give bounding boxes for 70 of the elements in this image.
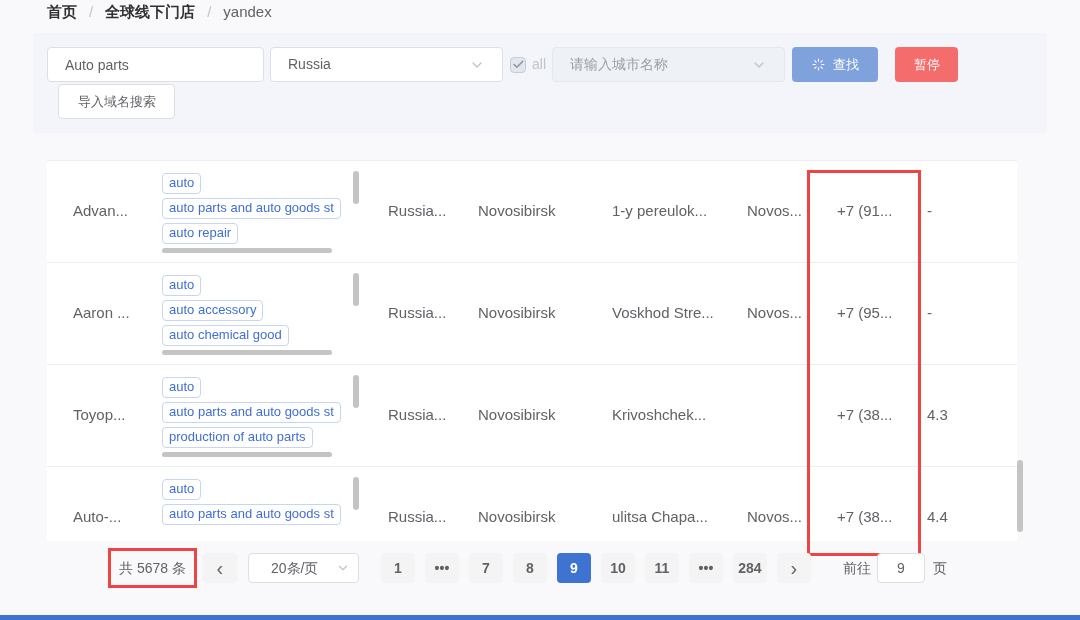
breadcrumb-item[interactable]: 首页 (47, 0, 77, 24)
page-size-select[interactable]: 20条/页 (247, 553, 359, 583)
import-button[interactable]: 导入域名搜索 (58, 84, 175, 119)
table-cell-text: Russia... (388, 303, 448, 324)
tag: auto parts and auto goods st (162, 503, 341, 525)
table-cell-text: ulitsa Chapa... (612, 507, 709, 528)
scrollbar-thumb (1017, 460, 1023, 532)
tag: auto (162, 376, 202, 398)
table-cell-text: Novosibirsk (478, 507, 557, 528)
table-cell-text: +7 (38... (837, 405, 894, 426)
table-cell-text: Novos... (747, 303, 804, 324)
scrollbar-thumb (353, 476, 359, 510)
goto-page-input[interactable]: 9 (876, 553, 925, 583)
country-select[interactable]: Russia (270, 47, 503, 82)
table-cell-text: Voskhod Stre... (612, 303, 715, 324)
tag: auto (162, 274, 202, 296)
next-page-button[interactable]: › (776, 553, 811, 583)
breadcrumb-separator: / (207, 1, 212, 22)
page-button[interactable]: 1 (380, 553, 415, 583)
table-cell-text: +7 (95... (837, 303, 894, 324)
tag: production of auto parts (162, 426, 313, 448)
pause-button[interactable]: 暂停 (895, 47, 958, 82)
table-cell-text: 4.3 (927, 405, 948, 426)
table-cell-text: Novosibirsk (478, 405, 557, 426)
goto-suffix: 页 (932, 558, 947, 578)
table-cell-text: Novos... (747, 201, 804, 222)
tag: auto accessory (162, 299, 264, 321)
breadcrumb-item: yandex (223, 1, 272, 22)
page-button[interactable]: 10 (600, 553, 635, 583)
table-cell-text: Auto-... (72, 507, 123, 528)
table-cell-text: - (927, 201, 932, 222)
table-cell-text: Novosibirsk (478, 201, 557, 222)
table-cell-text: Aaron ... (72, 303, 131, 324)
page-button[interactable]: 11 (644, 553, 679, 583)
page-button[interactable]: 284 (732, 553, 767, 583)
scrollbar-thumb (353, 374, 359, 408)
table-cell-text: Novos... (747, 507, 804, 528)
page-button[interactable]: ••• (688, 553, 723, 583)
total-count: 共 5678 条 (108, 548, 197, 588)
page-button[interactable]: ••• (424, 553, 459, 583)
page-button[interactable]: 8 (512, 553, 547, 583)
tag: auto chemical good (162, 324, 289, 346)
keyword-input[interactable]: Auto parts (47, 47, 264, 82)
table-cell-text: 1-y pereulok... (612, 201, 709, 222)
page-button[interactable]: 7 (468, 553, 503, 583)
breadcrumb-separator: / (89, 1, 94, 22)
tag: auto (162, 478, 202, 500)
scrollbar-thumb (353, 272, 359, 306)
table-cell-text: +7 (91... (837, 201, 894, 222)
table-cell-text: - (927, 303, 932, 324)
table-cell-text: 4.4 (927, 507, 948, 528)
check-icon (511, 58, 525, 71)
table-cell-text: Toyop... (72, 405, 127, 426)
loading-icon (811, 58, 825, 71)
tag: auto parts and auto goods st (162, 401, 341, 423)
tag: auto parts and auto goods st (162, 197, 341, 219)
previous-page-button[interactable]: ‹ (202, 553, 237, 583)
goto-label: 前往 (842, 558, 871, 578)
page-button[interactable]: 9 (556, 553, 591, 583)
table-cell-text: Russia... (388, 507, 448, 528)
table-cell-text: Krivoshchek... (612, 405, 708, 426)
tag: auto (162, 172, 202, 194)
tag: auto repair (162, 222, 239, 244)
table-cell-text: Russia... (388, 201, 448, 222)
table-cell-text: Advan... (72, 201, 130, 222)
breadcrumb-item[interactable]: 全球线下门店 (105, 0, 196, 24)
table-cell-text: Novosibirsk (478, 303, 557, 324)
table-cell-text: Russia... (388, 405, 448, 426)
table-cell-text: +7 (38... (837, 507, 894, 528)
scrollbar-thumb (353, 170, 359, 204)
